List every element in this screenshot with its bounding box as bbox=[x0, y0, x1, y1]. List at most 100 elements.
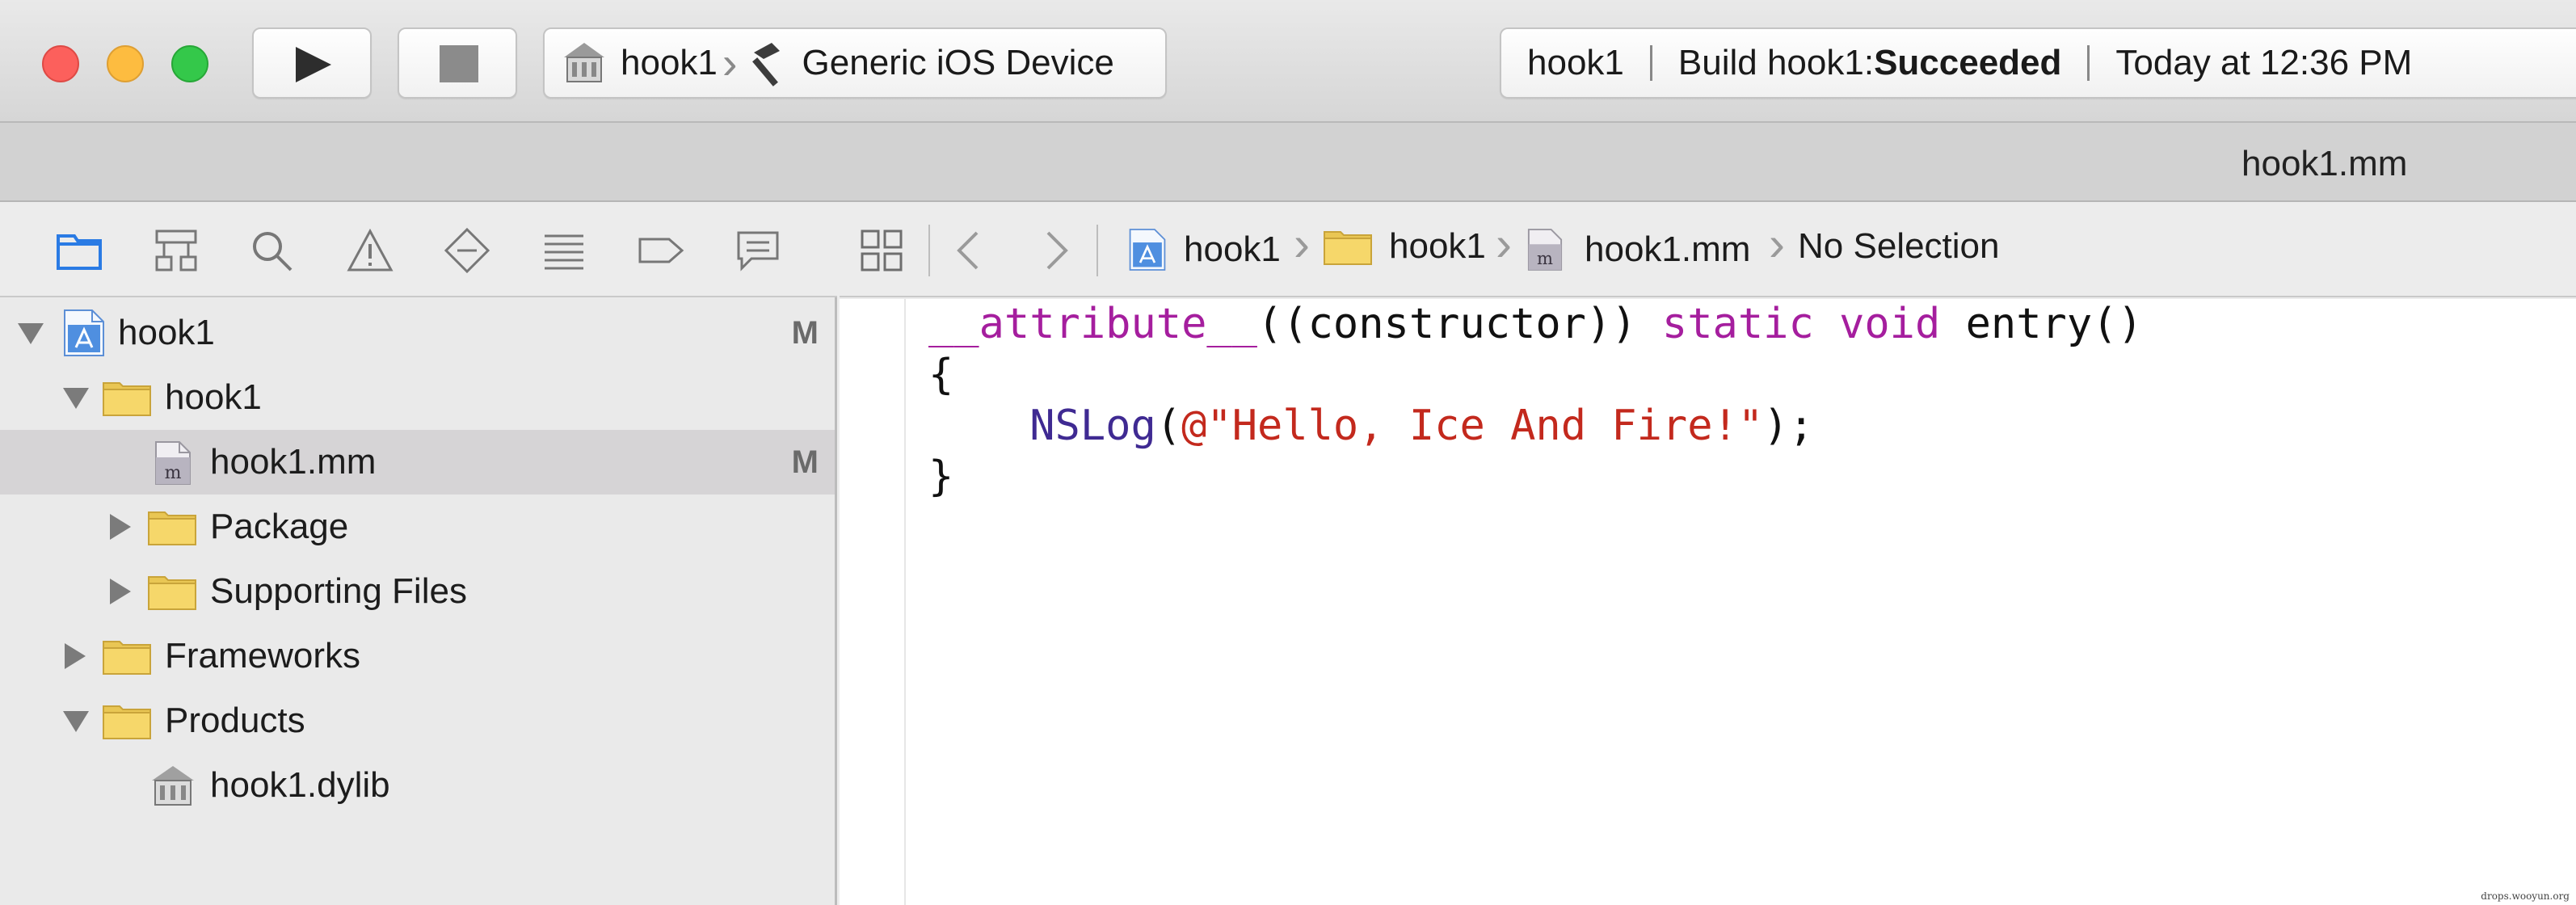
tree-row-group-supporting-files[interactable]: Supporting Files bbox=[0, 559, 835, 624]
objc-source-file-icon: m bbox=[1527, 229, 1563, 271]
folder-icon bbox=[1324, 231, 1372, 265]
scheme-selector[interactable]: hook1 › Generic iOS Device bbox=[543, 27, 1167, 99]
code-text: ( bbox=[1155, 402, 1182, 450]
activity-divider bbox=[2087, 45, 2090, 81]
code-text: ); bbox=[1763, 402, 1814, 450]
tab-bar: hook1.mm bbox=[0, 123, 2576, 202]
crumb-file[interactable]: m hook1.mm bbox=[1526, 226, 1750, 273]
crumb-chevron-icon: › bbox=[1769, 217, 1785, 271]
comment-icon[interactable] bbox=[734, 226, 782, 275]
jumpbar-divider bbox=[1096, 225, 1098, 276]
code-keyword: void bbox=[1839, 300, 1941, 348]
tree-label: hook1.dylib bbox=[210, 765, 390, 805]
code-line: NSLog(@"Hello, Ice And Fire!"); bbox=[928, 401, 2143, 452]
scheme-project-label: hook1 bbox=[621, 43, 718, 82]
tree-label: Products bbox=[165, 701, 305, 740]
forward-chevron-icon[interactable] bbox=[1043, 229, 1072, 272]
activity-divider bbox=[1649, 45, 1652, 81]
code-string: @"Hello, Ice And Fire!" bbox=[1181, 402, 1764, 450]
library-icon bbox=[152, 766, 194, 806]
tree-label: Supporting Files bbox=[210, 571, 467, 611]
code-line: } bbox=[928, 452, 2143, 503]
tree-row-group-hook1[interactable]: hook1 bbox=[0, 365, 835, 430]
objc-source-file-icon: m bbox=[155, 441, 191, 485]
disclosure-closed-icon[interactable] bbox=[65, 643, 86, 669]
crumb-symbol[interactable]: No Selection bbox=[1798, 226, 1999, 267]
folder-icon[interactable] bbox=[55, 226, 103, 275]
disclosure-closed-icon[interactable] bbox=[110, 579, 131, 604]
search-icon[interactable] bbox=[247, 226, 296, 275]
related-items-icon[interactable] bbox=[859, 228, 904, 273]
project-file-icon bbox=[1129, 229, 1166, 271]
warning-icon[interactable] bbox=[346, 226, 394, 275]
crumb-chevron-icon: › bbox=[1496, 217, 1512, 271]
project-file-icon bbox=[64, 309, 104, 356]
code-keyword: static bbox=[1661, 300, 1814, 348]
folder-icon bbox=[148, 576, 196, 610]
folder-icon bbox=[148, 511, 196, 545]
tag-icon[interactable] bbox=[637, 226, 685, 275]
tree-row-group-products[interactable]: Products bbox=[0, 688, 835, 753]
crumb-project[interactable]: hook1 bbox=[1127, 226, 1281, 273]
build-status-result: Succeeded bbox=[1874, 43, 2062, 82]
tab-hook1-mm[interactable]: hook1.mm bbox=[2241, 144, 2407, 184]
back-chevron-icon[interactable] bbox=[953, 229, 982, 272]
tree-row-group-frameworks[interactable]: Frameworks bbox=[0, 624, 835, 688]
folder-icon bbox=[103, 705, 151, 739]
stop-icon bbox=[440, 45, 478, 82]
play-icon bbox=[296, 47, 331, 82]
disclosure-open-icon[interactable] bbox=[18, 323, 44, 344]
tree-row-file-hook1-mm[interactable]: m hook1.mm M bbox=[0, 430, 835, 495]
line-gutter[interactable] bbox=[840, 299, 906, 905]
tree-label: hook1 bbox=[165, 377, 262, 417]
close-window-button[interactable] bbox=[42, 45, 79, 82]
disclosure-closed-icon[interactable] bbox=[110, 514, 131, 540]
code-text: ((constructor)) bbox=[1257, 300, 1662, 348]
disclosure-open-icon[interactable] bbox=[63, 711, 89, 732]
activity-status-prefix: Build hook1: bbox=[1677, 43, 1875, 82]
code-text: { bbox=[928, 351, 954, 399]
svg-text:m: m bbox=[1537, 248, 1553, 268]
tree-row-product-hook1-dylib[interactable]: hook1.dylib bbox=[0, 753, 835, 818]
code-function: NSLog bbox=[1029, 402, 1156, 450]
modified-badge: M bbox=[791, 314, 819, 351]
crumb-group[interactable]: hook1 bbox=[1323, 226, 1486, 267]
modified-badge: M bbox=[791, 444, 819, 480]
source-editor[interactable]: __attribute__((constructor)) static void… bbox=[840, 299, 2576, 905]
tree-row-group-package[interactable]: Package bbox=[0, 495, 835, 559]
activity-timestamp: Today at 12:36 PM bbox=[2115, 43, 2413, 82]
tree-label: Frameworks bbox=[165, 636, 361, 676]
navigator-selector-bar bbox=[0, 202, 837, 297]
code-line: __attribute__((constructor)) static void… bbox=[928, 299, 2143, 350]
zoom-window-button[interactable] bbox=[171, 45, 208, 82]
code-area[interactable]: __attribute__((constructor)) static void… bbox=[928, 299, 2143, 503]
list-icon[interactable] bbox=[540, 226, 588, 275]
code-line: { bbox=[928, 350, 2143, 401]
crumb-label: No Selection bbox=[1798, 226, 2000, 266]
tree-label: hook1 bbox=[118, 313, 215, 352]
tree-label: hook1.mm bbox=[210, 442, 377, 482]
window-toolbar: hook1 › Generic iOS Device hook1 Build h… bbox=[0, 0, 2576, 123]
jump-bar: hook1 › hook1 › m hook1.mm › No Selectio… bbox=[840, 202, 2576, 297]
svg-text:m: m bbox=[165, 463, 182, 483]
breakpoint-icon[interactable] bbox=[443, 226, 491, 275]
activity-viewer: hook1 Build hook1: Succeeded Today at 12… bbox=[1500, 27, 2576, 99]
project-navigator: hook1 M hook1 m hook1.mm M Package Suppo… bbox=[0, 202, 837, 905]
tree-label: Package bbox=[210, 507, 349, 546]
stop-button[interactable] bbox=[398, 27, 517, 99]
crumb-label: hook1 bbox=[1184, 229, 1281, 269]
hierarchy-icon[interactable] bbox=[152, 226, 200, 275]
tree-row-project-hook1[interactable]: hook1 M bbox=[0, 301, 835, 365]
code-text: entry() bbox=[1940, 300, 2143, 348]
crumb-label: hook1 bbox=[1389, 226, 1486, 266]
folder-icon bbox=[103, 641, 151, 675]
run-button[interactable] bbox=[252, 27, 372, 99]
minimize-window-button[interactable] bbox=[107, 45, 144, 82]
app-target-icon bbox=[564, 43, 604, 82]
code-keyword: __attribute__ bbox=[928, 300, 1257, 348]
code-text: } bbox=[928, 452, 954, 501]
disclosure-open-icon[interactable] bbox=[63, 388, 89, 409]
folder-icon bbox=[103, 382, 151, 416]
